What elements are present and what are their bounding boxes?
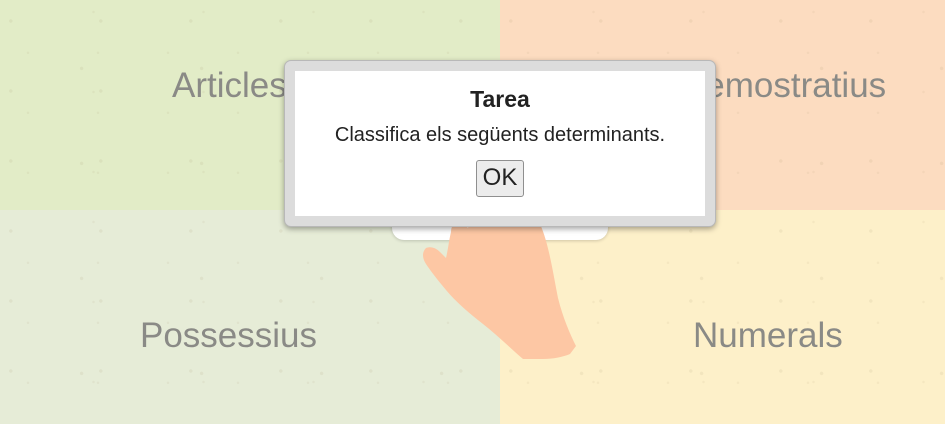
- dialog-title: Tarea: [470, 86, 530, 112]
- classification-board: Articles Demostratius Possessius Numeral…: [0, 0, 945, 424]
- dialog-message: Classifica els següents determinants.: [334, 124, 666, 146]
- category-label-possessius: Possessius: [140, 316, 318, 355]
- task-dialog-body: Tarea Classifica els següents determinan…: [295, 71, 705, 216]
- category-label-numerals: Numerals: [693, 316, 843, 355]
- task-dialog: Tarea Classifica els següents determinan…: [284, 60, 716, 227]
- pointing-hand-icon: [423, 220, 576, 359]
- category-label-articles: Articles: [172, 66, 287, 105]
- ok-button[interactable]: OK: [475, 160, 525, 197]
